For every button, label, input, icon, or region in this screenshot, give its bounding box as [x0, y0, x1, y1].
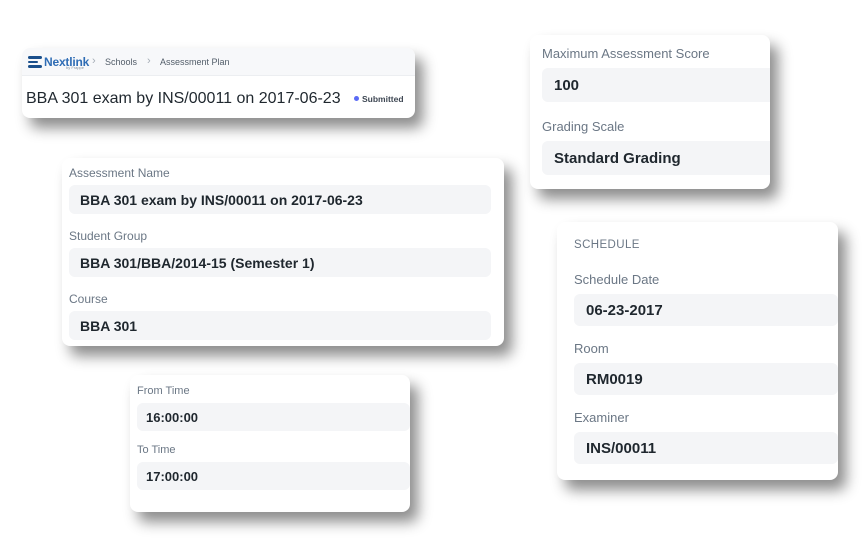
- from-time-field[interactable]: 16:00:00: [137, 403, 410, 431]
- logo-icon: [28, 56, 42, 68]
- student-group-field[interactable]: BBA 301/BBA/2014-15 (Semester 1): [69, 248, 491, 277]
- grading-card: Maximum Assessment Score 100 Grading Sca…: [530, 35, 770, 189]
- course-label: Course: [69, 292, 108, 306]
- max-score-label: Maximum Assessment Score: [542, 46, 710, 61]
- assessment-details-card: Assessment Name BBA 301 exam by INS/0001…: [62, 158, 504, 346]
- room-label: Room: [574, 341, 609, 356]
- assessment-name-label: Assessment Name: [69, 166, 170, 180]
- breadcrumb-assessment-plan[interactable]: Assessment Plan: [160, 57, 230, 67]
- schedule-card: SCHEDULE Schedule Date 06-23-2017 Room R…: [557, 222, 838, 480]
- max-score-field[interactable]: 100: [542, 68, 770, 102]
- page-title: BBA 301 exam by INS/00011 on 2017-06-23: [26, 90, 341, 107]
- schedule-date-field[interactable]: 06-23-2017: [574, 294, 838, 326]
- to-time-label: To Time: [137, 444, 176, 456]
- breadcrumb: Nextlink by Frappe › Schools › Assessmen…: [22, 48, 415, 76]
- time-card: From Time 16:00:00 To Time 17:00:00: [130, 375, 410, 512]
- chevron-right-icon: ›: [147, 55, 151, 67]
- grading-scale-field[interactable]: Standard Grading: [542, 141, 770, 175]
- to-time-field[interactable]: 17:00:00: [137, 462, 410, 490]
- room-field[interactable]: RM0019: [574, 363, 838, 395]
- breadcrumb-schools[interactable]: Schools: [105, 57, 137, 67]
- status-indicator-dot: [354, 96, 359, 101]
- course-field[interactable]: BBA 301: [69, 311, 491, 340]
- chevron-right-icon: ›: [92, 55, 96, 67]
- examiner-field[interactable]: INS/00011: [574, 432, 838, 464]
- schedule-date-label: Schedule Date: [574, 272, 660, 287]
- assessment-name-field[interactable]: BBA 301 exam by INS/00011 on 2017-06-23: [69, 185, 491, 214]
- schedule-section-title: SCHEDULE: [574, 239, 640, 251]
- from-time-label: From Time: [137, 385, 190, 397]
- grading-scale-label: Grading Scale: [542, 119, 625, 134]
- logo-subtext: by Frappe: [66, 65, 85, 70]
- status-badge: Submitted: [362, 94, 404, 104]
- examiner-label: Examiner: [574, 410, 629, 425]
- document-header-card: Nextlink by Frappe › Schools › Assessmen…: [22, 48, 415, 118]
- student-group-label: Student Group: [69, 229, 148, 243]
